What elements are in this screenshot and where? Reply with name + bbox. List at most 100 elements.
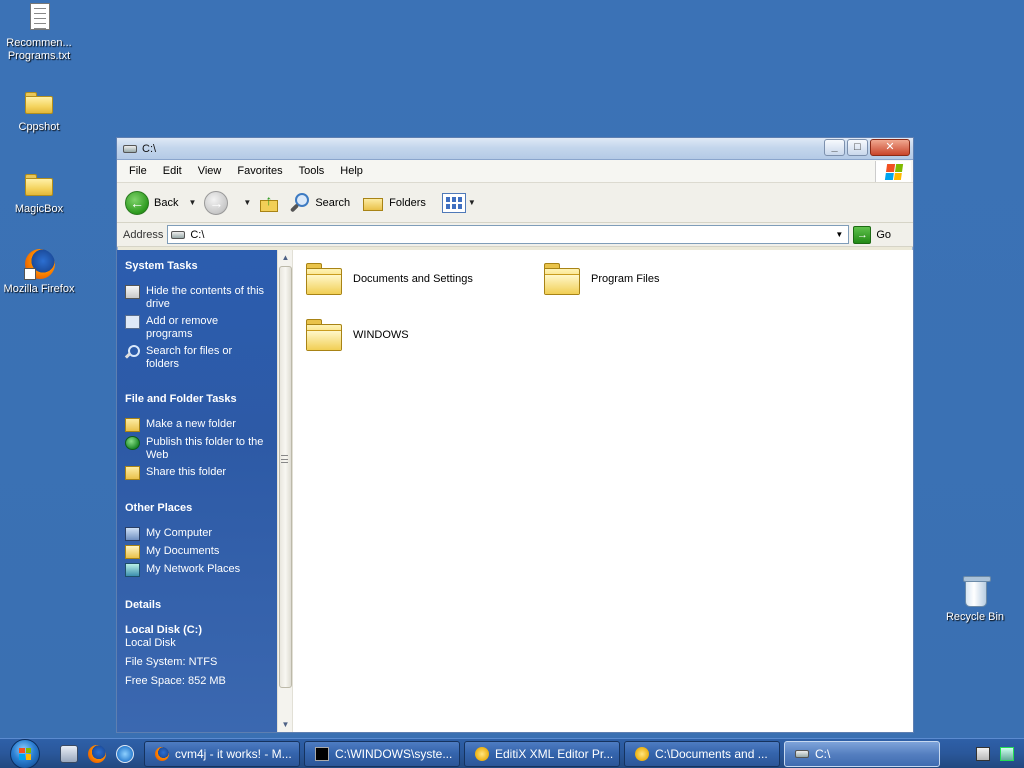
explorer-icon: [635, 746, 649, 761]
task-make-new-folder[interactable]: Make a new folder: [125, 418, 277, 432]
folder-item-documents-and-settings[interactable]: Documents and Settings: [305, 262, 473, 296]
task-hide-drive-contents[interactable]: Hide the contents of this drive: [125, 285, 277, 311]
taskbar-button-editix[interactable]: EditiX XML Editor Pr...: [464, 740, 620, 767]
folder-item-program-files[interactable]: Program Files: [543, 262, 659, 296]
taskbar-button-command-prompt[interactable]: C:\WINDOWS\syste...: [304, 740, 460, 767]
other-places-header[interactable]: Other Places: [125, 502, 277, 514]
address-field[interactable]: C:\ ▼: [167, 225, 850, 244]
network-status-icon[interactable]: [1000, 746, 1014, 761]
desktop-icon-recycle-bin[interactable]: Recycle Bin: [937, 576, 1013, 624]
folders-label: Folders: [389, 196, 426, 209]
minimize-button[interactable]: _: [824, 139, 845, 156]
taskbar-button-firefox[interactable]: cvm4j - it works! - M...: [144, 740, 300, 767]
calculator-icon[interactable]: [976, 746, 990, 761]
menu-tools[interactable]: Tools: [291, 160, 333, 182]
taskbar: cvm4j - it works! - M... C:\WINDOWS\syst…: [0, 738, 1024, 768]
views-icon[interactable]: [441, 192, 466, 213]
desktop-icon-label: Cppshot: [18, 121, 60, 133]
task-pane: System Tasks Hide the contents of this d…: [117, 250, 277, 732]
task-label: Make a new folder: [146, 418, 236, 430]
forward-button[interactable]: →: [204, 190, 233, 215]
firefox-icon: [155, 746, 169, 761]
menu-favorites[interactable]: Favorites: [229, 160, 290, 182]
show-desktop-icon[interactable]: [60, 744, 78, 763]
internet-explorer-icon[interactable]: [116, 744, 134, 763]
windows-logo-icon: [875, 161, 911, 182]
start-button[interactable]: [10, 738, 40, 768]
back-button[interactable]: ← Back: [125, 190, 178, 215]
folders-icon: [362, 194, 384, 212]
taskbar-button-label: EditiX XML Editor Pr...: [495, 746, 614, 761]
desktop-icon-firefox[interactable]: Mozilla Firefox: [1, 248, 77, 296]
file-folder-tasks-header[interactable]: File and Folder Tasks: [125, 393, 277, 405]
menu-help[interactable]: Help: [332, 160, 371, 182]
search-icon: [125, 345, 140, 359]
scroll-thumb[interactable]: [279, 266, 292, 688]
disk-type: Local Disk: [125, 637, 176, 649]
maximize-button[interactable]: □: [847, 139, 868, 156]
views-dropdown[interactable]: ▼: [468, 198, 476, 207]
up-folder-button[interactable]: ↑: [259, 192, 281, 214]
task-add-remove-programs[interactable]: Add or remove programs: [125, 315, 277, 341]
address-label: Address: [123, 228, 164, 241]
back-history-dropdown[interactable]: ▼: [188, 198, 196, 207]
address-dropdown[interactable]: ▼: [832, 227, 846, 242]
system-tasks-header[interactable]: System Tasks: [125, 260, 277, 272]
other-places-section: Other Places My Computer My Documents My…: [125, 502, 277, 577]
folders-button[interactable]: Folders: [362, 194, 426, 212]
my-documents-icon: [125, 545, 140, 559]
file-folder-tasks-section: File and Folder Tasks Make a new folder …: [125, 393, 277, 480]
search-icon: [289, 192, 311, 214]
share-folder-icon: [125, 466, 140, 480]
folder-name: WINDOWS: [353, 329, 409, 341]
title-bar[interactable]: C:\ _ □ ✕: [117, 138, 913, 160]
recycle-bin-icon: [959, 576, 991, 608]
taskbar-button-label: cvm4j - it works! - M...: [175, 746, 292, 761]
folder-name: Program Files: [591, 273, 660, 285]
menu-bar: File Edit View Favorites Tools Help: [117, 160, 913, 183]
back-arrow-icon: ←: [125, 190, 149, 215]
details-header[interactable]: Details: [125, 599, 277, 611]
forward-arrow-icon: →: [204, 190, 229, 215]
file-system: File System: NTFS: [125, 656, 218, 668]
desktop-icon-label: Recycle Bin: [945, 611, 1005, 623]
menu-file[interactable]: File: [121, 160, 155, 182]
desktop-icon-recommended-programs[interactable]: Recommen... Programs.txt: [1, 2, 77, 63]
desktop-icon-cppshot[interactable]: Cppshot: [1, 86, 77, 134]
place-my-computer[interactable]: My Computer: [125, 527, 277, 541]
folder-item-windows[interactable]: WINDOWS: [305, 318, 409, 352]
taskbar-button-c-drive[interactable]: C:\: [784, 740, 940, 767]
desktop-icon-magicbox[interactable]: MagicBox: [1, 168, 77, 216]
forward-history-dropdown[interactable]: ▼: [243, 198, 251, 207]
place-label: My Network Places: [146, 563, 241, 575]
go-button[interactable]: → Go: [853, 225, 891, 244]
folder-icon: [23, 168, 55, 200]
place-my-network-places[interactable]: My Network Places: [125, 563, 277, 577]
place-my-documents[interactable]: My Documents: [125, 545, 277, 559]
task-share-folder[interactable]: Share this folder: [125, 466, 277, 480]
desktop-icon-label: MagicBox: [14, 203, 64, 215]
task-search-files[interactable]: Search for files or folders: [125, 345, 277, 371]
close-button[interactable]: ✕: [870, 139, 910, 156]
taskbar-button-documents[interactable]: C:\Documents and ...: [624, 740, 780, 767]
free-space: Free Space: 852 MB: [125, 675, 226, 687]
menu-edit[interactable]: Edit: [155, 160, 190, 182]
my-computer-icon: [125, 527, 140, 541]
folder-icon: [23, 86, 55, 118]
place-label: My Computer: [146, 527, 213, 539]
scroll-up-button[interactable]: ▲: [278, 250, 293, 265]
task-publish-to-web[interactable]: Publish this folder to the Web: [125, 436, 277, 462]
scroll-down-button[interactable]: ▼: [278, 717, 293, 732]
taskbar-button-label: C:\Documents and ...: [655, 746, 768, 761]
task-pane-scrollbar[interactable]: ▲ ▼: [277, 250, 293, 732]
menu-view[interactable]: View: [190, 160, 230, 182]
search-label: Search: [315, 196, 351, 209]
network-places-icon: [125, 563, 140, 577]
explorer-window: C:\ _ □ ✕ File Edit View Favorites Tools…: [116, 137, 914, 733]
search-button[interactable]: Search: [289, 192, 350, 214]
taskbar-button-label: C:\WINDOWS\syste...: [335, 746, 453, 761]
desktop-icon-label: Mozilla Firefox: [3, 283, 75, 295]
firefox-icon[interactable]: [88, 744, 106, 763]
windows-logo-icon: [19, 747, 31, 760]
task-label: Share this folder: [146, 466, 227, 478]
